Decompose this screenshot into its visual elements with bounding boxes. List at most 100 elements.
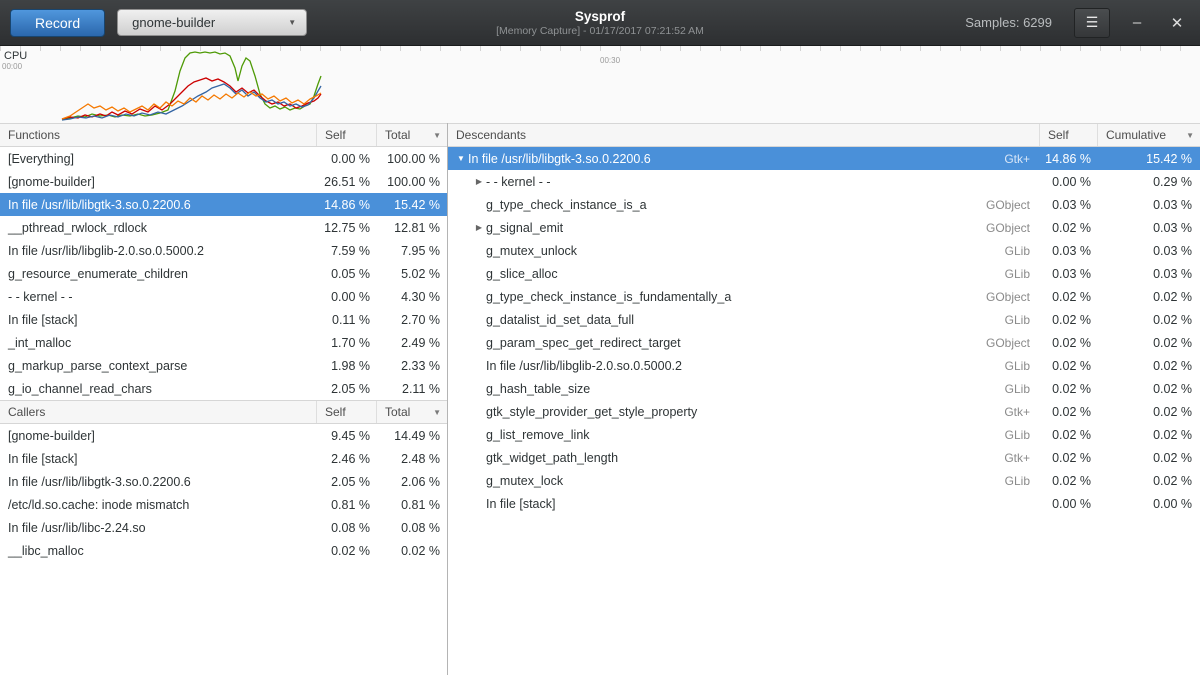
tree-row[interactable]: g_slice_allocGLib0.03 %0.03 % — [448, 262, 1200, 285]
self-value: 7.59 % — [317, 244, 377, 258]
self-value: 0.03 % — [1040, 198, 1098, 212]
hamburger-icon: ☰ — [1086, 14, 1099, 31]
self-value: 0.02 % — [1040, 474, 1098, 488]
total-value: 2.33 % — [377, 359, 447, 373]
table-row[interactable]: [gnome-builder]9.45 %14.49 % — [0, 424, 447, 447]
tree-row[interactable]: In file /usr/lib/libglib-2.0.so.0.5000.2… — [448, 354, 1200, 377]
self-value: 2.46 % — [317, 452, 377, 466]
close-button[interactable]: ✕ — [1164, 14, 1190, 32]
tree-row[interactable]: g_type_check_instance_is_aGObject0.03 %0… — [448, 193, 1200, 216]
table-row[interactable]: _int_malloc1.70 %2.49 % — [0, 331, 447, 354]
table-row[interactable]: In file /usr/lib/libgtk-3.so.0.2200.62.0… — [0, 470, 447, 493]
functions-column-header[interactable]: Functions — [0, 124, 317, 146]
tree-row[interactable]: ▼In file /usr/lib/libgtk-3.so.0.2200.6Gt… — [448, 147, 1200, 170]
total-column-header[interactable]: Total ▼ — [377, 401, 447, 423]
table-row[interactable]: __pthread_rwlock_rdlock12.75 %12.81 % — [0, 216, 447, 239]
library-category-label: GLib — [1005, 382, 1040, 396]
descendants-column-header[interactable]: Descendants — [448, 124, 1040, 146]
cumulative-value: 0.02 % — [1098, 451, 1200, 465]
function-name: In file /usr/lib/libglib-2.0.so.0.5000.2 — [0, 244, 317, 258]
expander-closed-icon[interactable]: ▶ — [472, 177, 486, 186]
tree-row[interactable]: ▶- - kernel - -0.00 %0.29 % — [448, 170, 1200, 193]
function-name: gtk_widget_path_length — [486, 451, 1004, 465]
function-name: g_datalist_id_set_data_full — [486, 313, 1005, 327]
record-button[interactable]: Record — [10, 9, 105, 37]
callers-table-header: Callers Self Total ▼ — [0, 400, 447, 424]
self-column-header[interactable]: Self — [317, 124, 377, 146]
cpu-graph-panel[interactable]: CPU 00:00 00:30 — [0, 46, 1200, 123]
cumulative-value: 0.03 % — [1098, 244, 1200, 258]
tree-row[interactable]: g_type_check_instance_is_fundamentally_a… — [448, 285, 1200, 308]
process-selector-dropdown[interactable]: gnome-builder ▼ — [117, 9, 307, 36]
cumulative-value: 0.02 % — [1098, 336, 1200, 350]
cumulative-value: 0.02 % — [1098, 313, 1200, 327]
total-value: 100.00 % — [377, 152, 447, 166]
tree-row[interactable]: g_list_remove_linkGLib0.02 %0.02 % — [448, 423, 1200, 446]
total-value: 7.95 % — [377, 244, 447, 258]
table-row[interactable]: g_markup_parse_context_parse1.98 %2.33 % — [0, 354, 447, 377]
tree-row[interactable]: gtk_widget_path_lengthGtk+0.02 %0.02 % — [448, 446, 1200, 469]
self-value: 0.00 % — [1040, 175, 1098, 189]
minimize-button[interactable]: – — [1124, 14, 1150, 31]
function-name: g_mutex_unlock — [486, 244, 1005, 258]
total-column-header[interactable]: Total ▼ — [377, 124, 447, 146]
self-value: 0.00 % — [317, 152, 377, 166]
total-value: 2.06 % — [377, 475, 447, 489]
total-value: 2.48 % — [377, 452, 447, 466]
expander-closed-icon[interactable]: ▶ — [472, 223, 486, 232]
tree-row[interactable]: g_mutex_unlockGLib0.03 %0.03 % — [448, 239, 1200, 262]
self-value: 0.03 % — [1040, 244, 1098, 258]
self-value: 14.86 % — [1040, 152, 1098, 166]
function-name: g_param_spec_get_redirect_target — [486, 336, 986, 350]
function-name: g_type_check_instance_is_fundamentally_a — [486, 290, 986, 304]
function-name: In file [stack] — [486, 497, 1030, 511]
self-column-header[interactable]: Self — [317, 401, 377, 423]
table-row[interactable]: __libc_malloc0.02 %0.02 % — [0, 539, 447, 562]
total-value: 2.70 % — [377, 313, 447, 327]
library-category-label: GObject — [986, 336, 1040, 350]
total-value: 5.02 % — [377, 267, 447, 281]
self-value: 0.02 % — [1040, 359, 1098, 373]
function-name: [gnome-builder] — [0, 429, 317, 443]
table-row[interactable]: [gnome-builder]26.51 %100.00 % — [0, 170, 447, 193]
self-value: 0.02 % — [1040, 313, 1098, 327]
chevron-down-icon: ▼ — [288, 18, 296, 27]
library-category-label: GLib — [1005, 359, 1040, 373]
table-row[interactable]: - - kernel - -0.00 %4.30 % — [0, 285, 447, 308]
self-value: 1.98 % — [317, 359, 377, 373]
tree-row[interactable]: gtk_style_provider_get_style_propertyGtk… — [448, 400, 1200, 423]
menu-button[interactable]: ☰ — [1074, 8, 1110, 38]
cumulative-value: 0.29 % — [1098, 175, 1200, 189]
table-row[interactable]: In file /usr/lib/libglib-2.0.so.0.5000.2… — [0, 239, 447, 262]
function-name: In file /usr/lib/libglib-2.0.so.0.5000.2 — [486, 359, 1005, 373]
self-value: 26.51 % — [317, 175, 377, 189]
callers-column-header[interactable]: Callers — [0, 401, 317, 423]
table-row[interactable]: [Everything]0.00 %100.00 % — [0, 147, 447, 170]
tree-row[interactable]: g_hash_table_sizeGLib0.02 %0.02 % — [448, 377, 1200, 400]
tree-row[interactable]: In file [stack]0.00 %0.00 % — [448, 492, 1200, 515]
table-row[interactable]: g_resource_enumerate_children0.05 %5.02 … — [0, 262, 447, 285]
table-row[interactable]: g_io_channel_read_chars2.05 %2.11 % — [0, 377, 447, 400]
tree-row[interactable]: g_param_spec_get_redirect_targetGObject 0… — [448, 331, 1200, 354]
cumulative-value: 0.03 % — [1098, 267, 1200, 281]
cumulative-value: 0.03 % — [1098, 198, 1200, 212]
self-column-header[interactable]: Self — [1040, 124, 1098, 146]
cumulative-value: 0.02 % — [1098, 428, 1200, 442]
expander-open-icon[interactable]: ▼ — [454, 154, 468, 163]
tree-row[interactable]: g_mutex_lockGLib0.02 %0.02 % — [448, 469, 1200, 492]
library-category-label: GLib — [1005, 313, 1040, 327]
tree-row[interactable]: ▶g_signal_emitGObject0.02 %0.03 % — [448, 216, 1200, 239]
function-name: g_type_check_instance_is_a — [486, 198, 986, 212]
tree-row[interactable]: g_datalist_id_set_data_fullGLib0.02 %0.0… — [448, 308, 1200, 331]
table-row[interactable]: In file /usr/lib/libgtk-3.so.0.2200.614.… — [0, 193, 447, 216]
total-value: 0.02 % — [377, 544, 447, 558]
table-row[interactable]: In file /usr/lib/libc-2.24.so0.08 %0.08 … — [0, 516, 447, 539]
cumulative-column-header[interactable]: Cumulative ▼ — [1098, 124, 1200, 146]
descendants-table-header: Descendants Self Cumulative ▼ — [448, 123, 1200, 147]
table-row[interactable]: In file [stack]0.11 %2.70 % — [0, 308, 447, 331]
table-row[interactable]: In file [stack]2.46 %2.48 % — [0, 447, 447, 470]
table-row[interactable]: /etc/ld.so.cache: inode mismatch0.81 %0.… — [0, 493, 447, 516]
cumulative-value: 0.03 % — [1098, 221, 1200, 235]
cumulative-value: 0.02 % — [1098, 359, 1200, 373]
function-name: g_mutex_lock — [486, 474, 1005, 488]
